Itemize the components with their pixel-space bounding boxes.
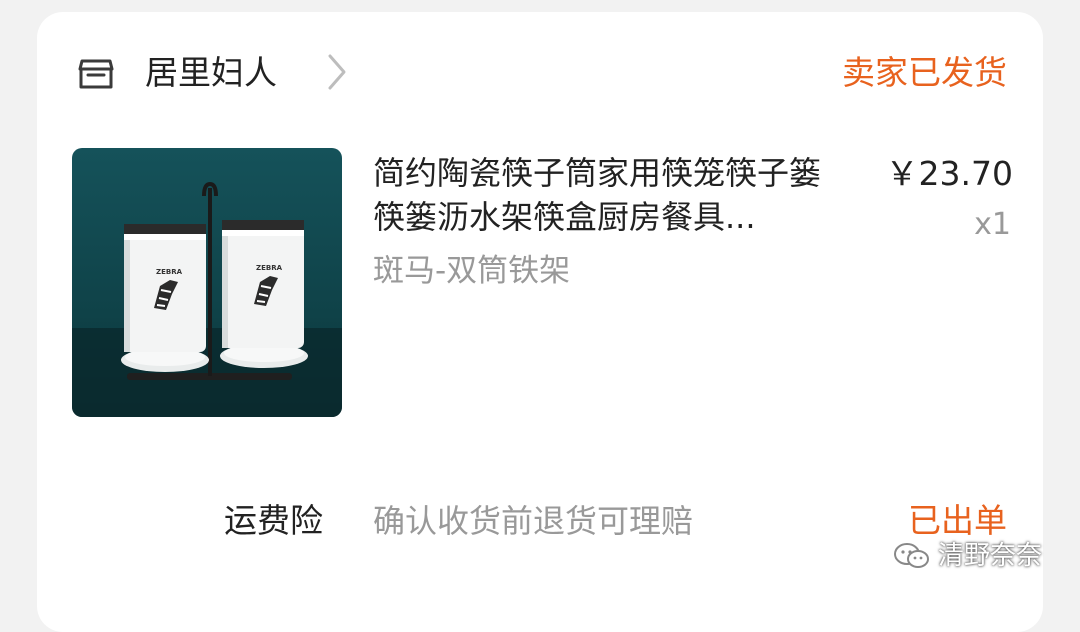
order-status: 卖家已发货 [842,53,1007,92]
wechat-icon [894,543,929,568]
watermark: 清野奈奈 [893,538,1042,574]
mug-brand-text: ZEBRA [156,268,183,276]
product-sku: 斑马-双筒铁架 [373,253,571,289]
insurance-status: 已出单 [908,501,1007,540]
watermark-text: 清野奈奈 [938,541,1043,571]
product-title[interactable]: 简约陶瓷筷子筒家用筷笼筷子篓筷篓沥水架筷盒厨房餐具... [373,151,843,239]
insurance-description: 确认收货前退货可理赔 [373,502,694,540]
insurance-label: 运费险 [224,501,323,540]
shop-name[interactable]: 居里妇人 [145,52,277,94]
product-price: ￥23.70 [885,154,1013,193]
product-quantity: x1 [974,207,1011,242]
mug-brand-text: ZEBRA [256,264,283,272]
product-image[interactable]: ZEBRA ZEBRA [72,148,342,417]
shop-icon[interactable] [76,53,116,93]
chevron-right-icon[interactable] [325,52,349,92]
